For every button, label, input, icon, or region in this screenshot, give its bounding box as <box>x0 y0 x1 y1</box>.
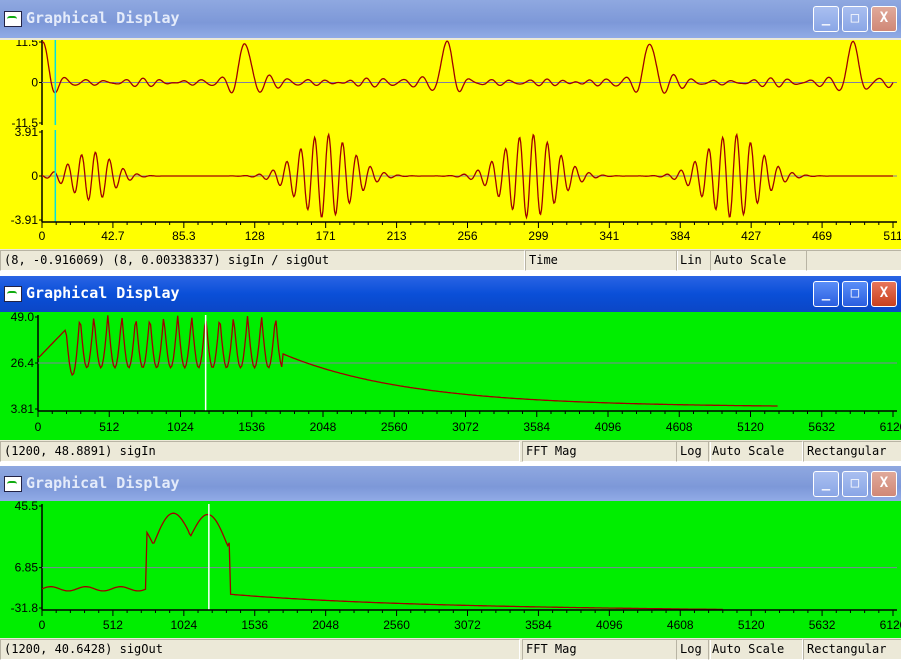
x-tick-label: 341 <box>599 229 619 243</box>
x-tick-label: 4608 <box>667 618 694 632</box>
x-tick-label: 1536 <box>238 420 265 434</box>
y-tick-label: 3.91 <box>15 125 39 139</box>
status-bar: (1200, 40.6428) sigOut FFT Mag Log Auto Sca… <box>0 638 901 660</box>
x-tick-label: 1024 <box>167 420 194 434</box>
signal-trace <box>41 512 723 611</box>
status-coords: (1200, 48.8891) sigIn <box>0 441 520 462</box>
x-tick-label: 5632 <box>808 420 835 434</box>
status-scale[interactable]: Log <box>676 639 711 660</box>
x-tick-label: 0 <box>39 229 46 243</box>
plot-canvas[interactable]: 49.0 26.4 3.810 512 1024 1536 2048 2560 3072 3584… <box>0 312 901 440</box>
minimize-button[interactable]: _ <box>813 281 839 307</box>
y-tick-label: 0 <box>31 76 38 90</box>
y-tick-label: 6.85 <box>15 561 39 575</box>
maximize-button[interactable]: □ <box>842 470 868 497</box>
y-tick-label: 26.4 <box>11 356 35 370</box>
plot-area[interactable]: 11.5 0 -11.5 3.91 0 -3.91 0 42.7 85.3 128 171 213 25… <box>0 40 901 249</box>
x-tick-label: 2048 <box>310 420 337 434</box>
status-window[interactable]: Rectangular <box>803 639 901 660</box>
plot-canvas[interactable]: 11.50-11.53.910-3.910 42.7 85.3 128 171 213 25… <box>0 40 901 249</box>
close-button[interactable]: X <box>871 470 897 497</box>
x-tick-label: 5632 <box>809 618 836 632</box>
y-tick-label: 49.0 <box>11 312 35 324</box>
x-tick-label: 3584 <box>523 420 550 434</box>
status-scale[interactable]: Lin <box>676 250 711 271</box>
plot-area[interactable]: 49.0 26.4 3.81 0 512 1024 1536 2048 2560 3072 3584… <box>0 312 901 440</box>
plot-area[interactable]: 45.5 6.85 -31.8 0 512 1024 1536 2048 2560 3072 358… <box>0 501 901 638</box>
status-bar: (1200, 48.8891) sigIn FFT Mag Log Auto Scal… <box>0 440 901 462</box>
close-button[interactable]: X <box>871 281 897 307</box>
status-coords: (1200, 40.6428) sigOut <box>0 639 520 660</box>
y-tick-label: 45.5 <box>15 501 39 513</box>
close-button[interactable]: X <box>871 6 897 32</box>
status-bar: (8, -0.916069) (8, 0.00338337) sigIn / s… <box>0 249 901 271</box>
plot-canvas[interactable]: 45.5 6.85 -31.80 512 1024 1536 2048 2560 3072 358… <box>0 501 901 638</box>
x-tick-label: 2560 <box>383 618 410 632</box>
status-domain[interactable]: Time <box>525 250 678 271</box>
status-domain[interactable]: FFT Mag <box>522 441 677 462</box>
graph-app-icon <box>4 475 22 492</box>
x-tick-label: 4608 <box>666 420 693 434</box>
x-tick-label: 2048 <box>312 618 339 632</box>
window-title: Graphical Display <box>26 9 180 27</box>
x-tick-label: 128 <box>245 229 265 243</box>
graphical-display-window-1: Graphical Display _ □ X 11.5 0 -11.5 3.91 0 -3.91… <box>0 0 901 271</box>
x-tick-label: 512 <box>103 618 123 632</box>
x-tick-label: 512 <box>99 420 119 434</box>
x-tick-label: 511 <box>883 229 901 243</box>
x-tick-label: 384 <box>670 229 690 243</box>
x-tick-label: 1024 <box>170 618 197 632</box>
x-tick-label: 2560 <box>381 420 408 434</box>
maximize-button[interactable]: □ <box>842 6 868 32</box>
signal-trace <box>37 315 778 407</box>
status-domain[interactable]: FFT Mag <box>522 639 677 660</box>
x-tick-label: 6120 <box>880 618 901 632</box>
minimize-button[interactable]: _ <box>813 6 839 32</box>
y-tick-label: 3.81 <box>11 402 35 416</box>
x-tick-label: 171 <box>316 229 336 243</box>
x-tick-label: 427 <box>741 229 761 243</box>
window-title: Graphical Display <box>26 473 180 492</box>
signal-trace <box>41 40 894 94</box>
x-tick-label: 5120 <box>737 420 764 434</box>
graphical-display-window-2: Graphical Display _ □ X 49.0 26.4 3.81 0 512 1024… <box>0 276 901 462</box>
x-tick-label: 213 <box>387 229 407 243</box>
title-bar[interactable]: Graphical Display _ □ X <box>0 466 901 501</box>
x-tick-label: 469 <box>812 229 832 243</box>
x-tick-label: 0 <box>35 420 42 434</box>
y-tick-label: 0 <box>31 169 38 183</box>
graphical-display-window-3: Graphical Display _ □ X 45.5 6.85 -31.8 0 512 102… <box>0 466 901 660</box>
x-tick-label: 256 <box>457 229 477 243</box>
status-window[interactable]: Rectangular <box>803 441 901 462</box>
y-tick-label: -3.91 <box>11 213 39 227</box>
window-title: Graphical Display <box>26 284 180 302</box>
x-tick-label: 5120 <box>738 618 765 632</box>
status-coords: (8, -0.916069) (8, 0.00338337) sigIn / s… <box>0 250 525 271</box>
x-tick-label: 6120 <box>880 420 901 434</box>
status-mode[interactable]: Auto Scale <box>710 250 807 271</box>
x-tick-label: 1536 <box>241 618 268 632</box>
x-tick-label: 4096 <box>595 420 622 434</box>
y-tick-label: 11.5 <box>16 40 39 49</box>
y-tick-label: -31.8 <box>11 601 39 615</box>
status-mode[interactable]: Auto Scale <box>708 639 803 660</box>
minimize-button[interactable]: _ <box>813 470 839 497</box>
status-window[interactable] <box>806 250 901 271</box>
x-tick-label: 42.7 <box>101 229 125 243</box>
x-tick-label: 299 <box>528 229 548 243</box>
maximize-button[interactable]: □ <box>842 281 868 307</box>
x-tick-label: 3584 <box>525 618 552 632</box>
title-bar[interactable]: Graphical Display _ □ X <box>0 0 901 38</box>
status-scale[interactable]: Log <box>676 441 711 462</box>
x-tick-label: 85.3 <box>172 229 196 243</box>
x-tick-label: 3072 <box>452 420 479 434</box>
title-bar[interactable]: Graphical Display _ □ X <box>0 276 901 312</box>
graph-app-icon <box>4 286 22 302</box>
x-tick-label: 0 <box>39 618 46 632</box>
graph-app-icon <box>4 11 22 27</box>
x-tick-label: 3072 <box>454 618 481 632</box>
x-tick-label: 4096 <box>596 618 623 632</box>
status-mode[interactable]: Auto Scale <box>708 441 803 462</box>
